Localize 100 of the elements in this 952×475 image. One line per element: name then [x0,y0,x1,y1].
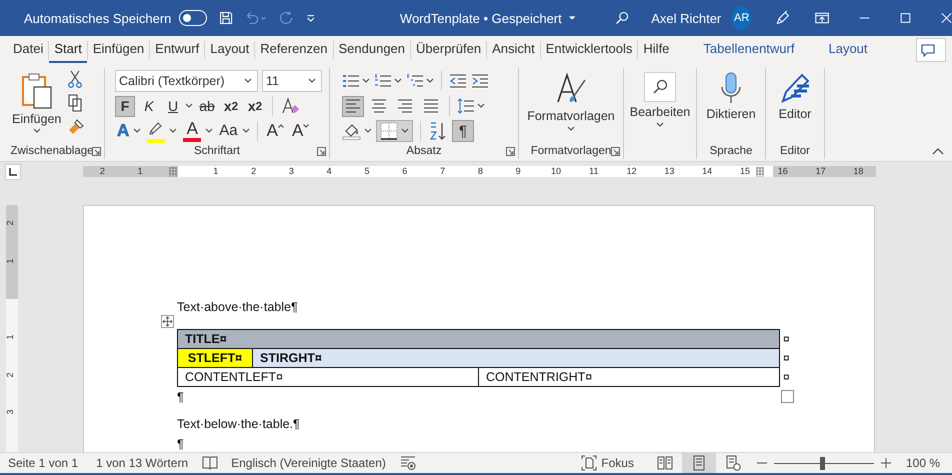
bold-button[interactable]: F [115,96,135,116]
copy-icon[interactable] [67,94,84,112]
multilevel-list-icon[interactable] [406,73,424,89]
caret-icon[interactable] [568,15,576,21]
editing-button[interactable]: Bearbeiten [630,68,690,143]
autosave-toggle[interactable] [179,10,207,26]
shrink-font-button[interactable]: A [290,123,312,139]
horizontal-ruler[interactable]: 2 1 1 2 3 4 5 6 7 8 9 10 11 12 13 14 15 16 17 18 [83,166,876,177]
format-painter-icon[interactable] [67,118,86,136]
ribbon-tab[interactable]: Entwurf [150,37,204,63]
caret-icon[interactable] [364,128,372,134]
collapse-ribbon-icon[interactable] [932,147,944,155]
ribbon-tab[interactable]: Einfügen [88,37,150,63]
save-icon[interactable] [218,9,233,27]
numbering-icon[interactable] [374,73,392,89]
focus-icon [581,455,598,471]
caret-icon[interactable] [169,128,178,134]
cut-icon[interactable] [67,70,84,88]
ruler-number: 3 [288,165,294,177]
dialog-launcher-icon[interactable] [611,147,620,156]
ruler-number: 1 [138,165,143,177]
dialog-launcher-icon[interactable] [92,147,101,156]
customize-icon[interactable] [306,12,316,24]
shading-icon[interactable] [342,122,362,140]
caret-icon[interactable] [362,78,370,84]
ribbon-tab[interactable]: Überprüfen [411,37,486,63]
styles-button[interactable]: Formatvorlagen [527,68,615,143]
ribbon-tab[interactable]: Layout [205,37,254,63]
caret-icon[interactable] [242,128,250,134]
font-name-field[interactable]: Calibri (Textkörper) [115,70,258,92]
table-cell: TITLE¤ [178,330,779,348]
margin-marker-icon[interactable] [755,166,765,176]
ribbon-display-icon[interactable] [814,10,829,26]
ribbon-tab[interactable]: Layout [823,37,873,63]
caret-icon[interactable] [394,78,402,84]
grow-font-button[interactable]: A [264,123,286,139]
caret-icon[interactable] [185,103,193,109]
margin-marker-icon[interactable] [168,166,178,176]
ruler-number: 1 [213,165,218,177]
font-color-button[interactable]: A [181,120,204,142]
ruler-number: 10 [551,165,561,177]
ruler-number: 9 [516,165,521,177]
tab-selector[interactable] [5,164,21,180]
caret-icon[interactable] [133,128,142,134]
group-label: Zwischenablage [10,145,94,157]
word-count[interactable]: 1 von 13 Wörtern [96,456,188,470]
ribbon-tab[interactable]: Ansicht [487,37,540,63]
ribbon-tab[interactable]: Sendungen [334,37,410,63]
strike-button[interactable]: ab [197,96,217,116]
change-case-button[interactable]: Aa [217,123,240,139]
maximize-icon[interactable] [900,11,911,25]
italic-button[interactable]: K [139,96,159,116]
focus-button[interactable]: Fokus [581,455,634,471]
text-effects-button[interactable]: A [115,123,132,139]
borders-button[interactable] [376,120,413,142]
caret-icon[interactable] [477,103,485,109]
paste-button[interactable]: Einfügen [12,68,62,143]
decrease-indent-icon[interactable] [449,73,467,89]
ribbon-tab[interactable]: Tabellenentwurf [698,37,800,63]
comments-button[interactable] [916,38,946,62]
table-move-handle[interactable] [161,315,174,328]
user-avatar[interactable]: AR [732,6,752,30]
caret-icon[interactable] [426,78,434,84]
user-name[interactable]: Axel Richter [651,10,722,26]
bullets-icon[interactable] [342,73,360,89]
page-count[interactable]: Seite 1 von 1 [8,456,78,470]
ribbon-tab[interactable]: Referenzen [255,37,332,63]
clear-formatting-icon[interactable] [280,96,300,116]
line-spacing-icon[interactable] [457,98,475,114]
ruler-number: 5 [364,165,370,177]
ribbon-tab[interactable]: Entwicklertools [540,37,638,63]
print-view-button[interactable] [682,453,716,473]
sort-icon[interactable] [428,121,448,141]
zoom-in-icon[interactable] [880,457,892,469]
table-resize-handle[interactable] [781,390,794,403]
highlight-button[interactable] [145,120,168,142]
show-formatting-marks-button[interactable]: ¶ [452,120,474,142]
dictate-button[interactable]: Diktieren [706,68,756,143]
font-size-field[interactable]: 11 [262,70,322,92]
increase-indent-icon[interactable] [471,73,489,89]
ribbon-tab[interactable]: Datei [8,37,48,63]
language-status[interactable]: Englisch (Vereinigte Staaten) [231,456,386,470]
ruler-number: 18 [853,165,864,177]
zoom-slider-thumb[interactable] [820,456,825,470]
dialog-launcher-icon[interactable] [317,147,326,156]
dialog-launcher-icon[interactable] [506,147,515,156]
document-title[interactable]: WordTenplate • Gespeichert [400,10,562,26]
book-check-icon[interactable] [202,455,218,471]
ribbon-tab[interactable]: Hilfe [638,37,674,63]
macro-record-icon[interactable] [400,455,416,471]
vertical-ruler[interactable]: 2 1 1 2 3 [6,205,18,452]
align-left-button[interactable] [342,96,364,116]
underline-button[interactable]: U [163,96,183,116]
zoom-level[interactable]: 100 % [906,456,940,470]
ruler-number: 16 [778,165,788,177]
table-cell: STLEFT¤ [178,349,253,367]
ruler-number: 7 [440,165,446,177]
editor-button[interactable]: Editor [778,68,812,143]
close-icon[interactable] [941,11,952,25]
caret-icon[interactable] [205,128,214,134]
